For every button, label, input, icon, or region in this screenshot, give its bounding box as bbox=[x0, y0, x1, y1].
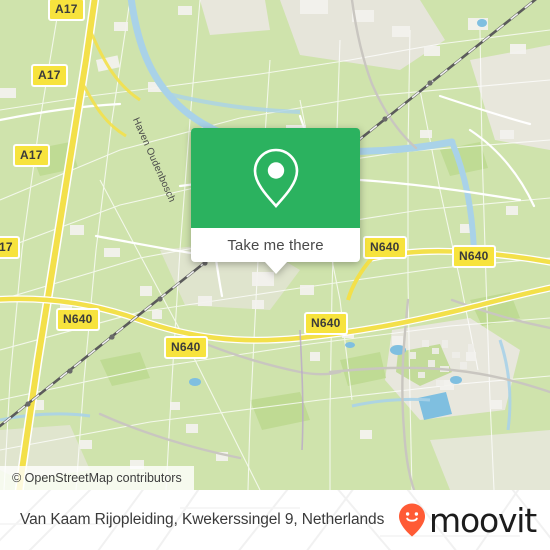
footer-bar: Van Kaam Rijopleiding, Kwekerssingel 9, … bbox=[0, 490, 550, 550]
road-shield-n640-1: N640 bbox=[56, 308, 100, 331]
popup-action-area[interactable]: Take me there bbox=[191, 228, 360, 274]
moovit-smiley-pin-icon bbox=[399, 503, 426, 537]
road-shield-n640-5: N640 bbox=[452, 245, 496, 268]
take-me-there-label: Take me there bbox=[227, 236, 324, 254]
moovit-map-share-card: A17 A17 A17 17 N640 N640 N640 N640 N640 … bbox=[0, 0, 550, 550]
road-shield-n640-3: N640 bbox=[304, 312, 348, 335]
osm-attribution[interactable]: © OpenStreetMap contributors bbox=[0, 466, 194, 490]
footer-content: Van Kaam Rijopleiding, Kwekerssingel 9, … bbox=[0, 490, 550, 550]
location-address-label: Van Kaam Rijopleiding, Kwekerssingel 9, … bbox=[20, 511, 385, 528]
road-shield-n640-2: N640 bbox=[164, 336, 208, 359]
road-shield-a17-3: A17 bbox=[13, 144, 50, 167]
road-shield-a17-2: A17 bbox=[31, 64, 68, 87]
popup-image-area bbox=[191, 128, 360, 228]
popup-pointer-tail bbox=[264, 262, 287, 274]
road-shield-a17-4-clipped: 17 bbox=[0, 236, 20, 259]
map-pin-icon bbox=[253, 148, 298, 208]
road-shield-a17-1: A17 bbox=[48, 0, 85, 21]
road-shield-n640-4: N640 bbox=[363, 236, 407, 259]
map-canvas[interactable]: A17 A17 A17 17 N640 N640 N640 N640 N640 … bbox=[0, 0, 550, 490]
moovit-logo[interactable]: moovit bbox=[398, 500, 537, 540]
moovit-wordmark: moovit bbox=[429, 500, 537, 540]
location-popup-card[interactable]: Take me there bbox=[191, 128, 360, 274]
